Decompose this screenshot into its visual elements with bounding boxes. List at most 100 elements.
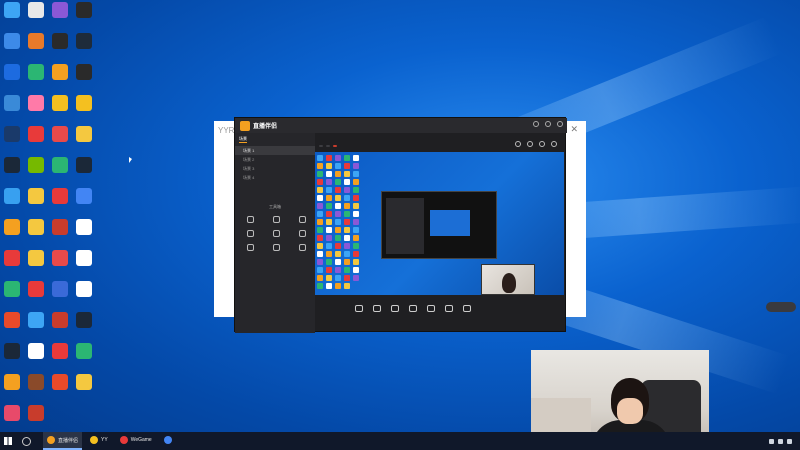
tool-button[interactable] <box>237 216 263 224</box>
control-button[interactable] <box>391 304 399 313</box>
desktop-icon[interactable] <box>0 2 24 28</box>
taskbar: 直播伴侣 YY WeGame <box>0 432 800 450</box>
desktop-icon[interactable] <box>0 219 24 245</box>
tray-icon[interactable] <box>769 438 774 444</box>
tab-scene[interactable]: 场景 <box>239 136 247 143</box>
desktop-icon[interactable] <box>48 374 72 400</box>
desktop-icon[interactable] <box>24 374 48 400</box>
scene-item[interactable]: 场景 4 <box>235 173 315 182</box>
taskbar-app-button[interactable]: YY <box>86 432 112 450</box>
desktop-icon[interactable] <box>24 126 48 152</box>
desktop-icon[interactable] <box>0 95 24 121</box>
start-button[interactable] <box>0 432 16 450</box>
scene-item[interactable]: 场景 1 <box>235 146 315 155</box>
app-brand: 直播伴侣 <box>253 124 278 130</box>
control-button[interactable] <box>445 304 453 313</box>
desktop-icon[interactable] <box>0 312 24 338</box>
desktop-icon[interactable] <box>0 188 24 214</box>
desktop-icon[interactable] <box>24 219 48 245</box>
camera-icon[interactable] <box>527 141 533 147</box>
scene-item[interactable]: 场景 2 <box>235 155 315 164</box>
desktop-icon[interactable] <box>24 157 48 183</box>
close-icon[interactable] <box>557 121 563 127</box>
desktop-icon[interactable] <box>0 281 24 307</box>
desktop-icon[interactable] <box>48 188 72 214</box>
desktop-icon[interactable] <box>48 126 72 152</box>
search-icon[interactable] <box>22 436 31 446</box>
desktop-icon[interactable] <box>72 95 96 121</box>
stream-chip[interactable] <box>333 145 337 147</box>
settings-icon[interactable] <box>515 141 521 147</box>
desktop-icon[interactable] <box>48 33 72 59</box>
tool-button[interactable] <box>237 230 263 238</box>
desktop-icon[interactable] <box>72 33 96 59</box>
desktop-icon[interactable] <box>0 405 24 431</box>
desktop-icon[interactable] <box>48 64 72 90</box>
desktop-icon[interactable] <box>24 281 48 307</box>
taskbar-app-button[interactable] <box>160 432 179 450</box>
share-icon[interactable] <box>539 141 545 147</box>
desktop-icon[interactable] <box>72 219 96 245</box>
desktop-icon[interactable] <box>0 374 24 400</box>
tool-button[interactable] <box>263 244 289 252</box>
desktop-icon[interactable] <box>72 157 96 183</box>
desktop-icon[interactable] <box>24 95 48 121</box>
tool-button[interactable] <box>263 230 289 238</box>
control-button[interactable] <box>463 304 471 313</box>
desktop-icon[interactable] <box>72 281 96 307</box>
desktop-icon[interactable] <box>24 64 48 90</box>
taskbar-app-button[interactable]: 直播伴侣 <box>43 432 83 450</box>
desktop-icon[interactable] <box>48 343 72 369</box>
desktop-icon[interactable] <box>24 2 48 28</box>
desktop-icon[interactable] <box>48 219 72 245</box>
desktop-icon[interactable] <box>72 250 96 276</box>
tool-icon <box>298 244 306 251</box>
volume-icon[interactable] <box>787 438 792 444</box>
control-button[interactable] <box>409 304 417 313</box>
desktop-icon[interactable] <box>0 343 24 369</box>
stream-chip[interactable] <box>326 145 330 147</box>
desktop-icon[interactable] <box>24 33 48 59</box>
desktop-icon[interactable] <box>48 250 72 276</box>
desktop-icon[interactable] <box>48 95 72 121</box>
desktop-icon[interactable] <box>72 312 96 338</box>
desktop-icon[interactable] <box>0 64 24 90</box>
preview-icon <box>326 275 332 281</box>
desktop-icon[interactable] <box>24 188 48 214</box>
tool-button[interactable] <box>289 230 315 238</box>
desktop-icon[interactable] <box>0 250 24 276</box>
desktop-icon[interactable] <box>72 64 96 90</box>
desktop-icon[interactable] <box>24 343 48 369</box>
desktop-icon[interactable] <box>48 281 72 307</box>
more-icon[interactable] <box>551 141 557 147</box>
tool-button[interactable] <box>263 216 289 224</box>
control-button[interactable] <box>355 304 363 313</box>
desktop-icon[interactable] <box>72 343 96 369</box>
desktop-icon[interactable] <box>72 188 96 214</box>
desktop-icon[interactable] <box>0 33 24 59</box>
close-icon[interactable]: ✕ <box>570 124 578 135</box>
desktop-icon[interactable] <box>24 405 48 431</box>
minimize-icon[interactable] <box>545 121 551 127</box>
desktop-icon[interactable] <box>24 250 48 276</box>
desktop-icon[interactable] <box>72 2 96 28</box>
control-button[interactable] <box>427 304 435 313</box>
desktop-icon[interactable] <box>48 157 72 183</box>
desktop-icon[interactable] <box>72 126 96 152</box>
go-live-button[interactable] <box>766 302 796 312</box>
desktop-icon[interactable] <box>0 157 24 183</box>
desktop-icon[interactable] <box>48 312 72 338</box>
taskbar-app-button[interactable]: WeGame <box>116 432 156 450</box>
control-button[interactable] <box>373 304 381 313</box>
desktop-icon[interactable] <box>24 312 48 338</box>
desktop-icon[interactable] <box>72 374 96 400</box>
tool-button[interactable] <box>289 244 315 252</box>
tool-button[interactable] <box>237 244 263 252</box>
stream-chip[interactable] <box>319 145 323 147</box>
network-icon[interactable] <box>778 438 783 444</box>
tool-button[interactable] <box>289 216 315 224</box>
avatar-icon[interactable] <box>533 121 539 127</box>
desktop-icon[interactable] <box>0 126 24 152</box>
scene-item[interactable]: 场景 3 <box>235 164 315 173</box>
desktop-icon[interactable] <box>48 2 72 28</box>
